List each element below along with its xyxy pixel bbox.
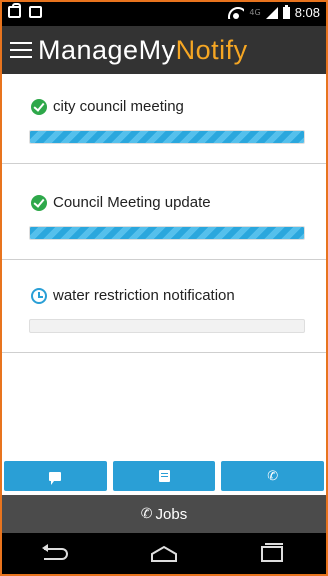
- status-notifications: [8, 3, 42, 18]
- android-nav-bar: [2, 533, 326, 574]
- job-item[interactable]: Council Meeting update: [2, 170, 326, 260]
- job-progress-bar: [29, 226, 305, 240]
- wifi-icon: [228, 6, 245, 19]
- job-title: Council Meeting update: [53, 194, 211, 211]
- list-icon: [158, 470, 170, 482]
- check-circle-icon: [31, 98, 47, 115]
- bag-icon: [8, 3, 21, 18]
- job-title: water restriction notification: [53, 287, 235, 304]
- back-icon: [42, 543, 68, 560]
- app-bar: ManageMyNotify: [2, 26, 326, 74]
- app-title-part1: ManageMy: [38, 34, 176, 65]
- back-button[interactable]: [34, 539, 78, 569]
- battery-icon: [282, 4, 290, 19]
- job-item[interactable]: city council meeting: [2, 74, 326, 164]
- job-progress-fill: [30, 131, 304, 143]
- list-button[interactable]: [112, 461, 216, 491]
- network-label: 4G: [249, 8, 261, 17]
- job-progress-bar: [29, 319, 305, 333]
- message-button[interactable]: [4, 461, 107, 491]
- phone-icon: ✆: [140, 506, 153, 522]
- job-progress-fill: [30, 227, 304, 239]
- phone-icon: ✆: [267, 468, 279, 484]
- job-progress-bar: [29, 130, 305, 144]
- recents-button[interactable]: [250, 539, 294, 569]
- action-buttons: ✆: [4, 461, 325, 491]
- recents-icon: [261, 542, 283, 562]
- tab-jobs-label: Jobs: [155, 505, 188, 523]
- tab-jobs[interactable]: ✆ Jobs: [2, 495, 326, 533]
- status-indicators: 4G 8:08: [228, 4, 320, 20]
- check-circle-icon: [31, 194, 47, 211]
- chat-icon: [49, 471, 62, 485]
- clock-icon: [31, 287, 47, 304]
- call-button[interactable]: ✆: [221, 461, 325, 491]
- job-item[interactable]: water restriction notification: [2, 263, 326, 353]
- app-title: ManageMyNotify: [38, 35, 248, 66]
- app-title-part2: Notify: [175, 34, 248, 65]
- status-bar: 4G 8:08: [2, 2, 326, 26]
- menu-icon[interactable]: [10, 42, 32, 58]
- home-button[interactable]: [142, 539, 186, 569]
- home-icon: [151, 545, 177, 562]
- job-title: city council meeting: [53, 98, 184, 115]
- signal-icon: [265, 6, 278, 19]
- status-time: 8:08: [294, 5, 320, 20]
- app-frame: 4G 8:08 ManageMyNotify city council meet…: [2, 2, 326, 574]
- image-icon: [29, 6, 42, 18]
